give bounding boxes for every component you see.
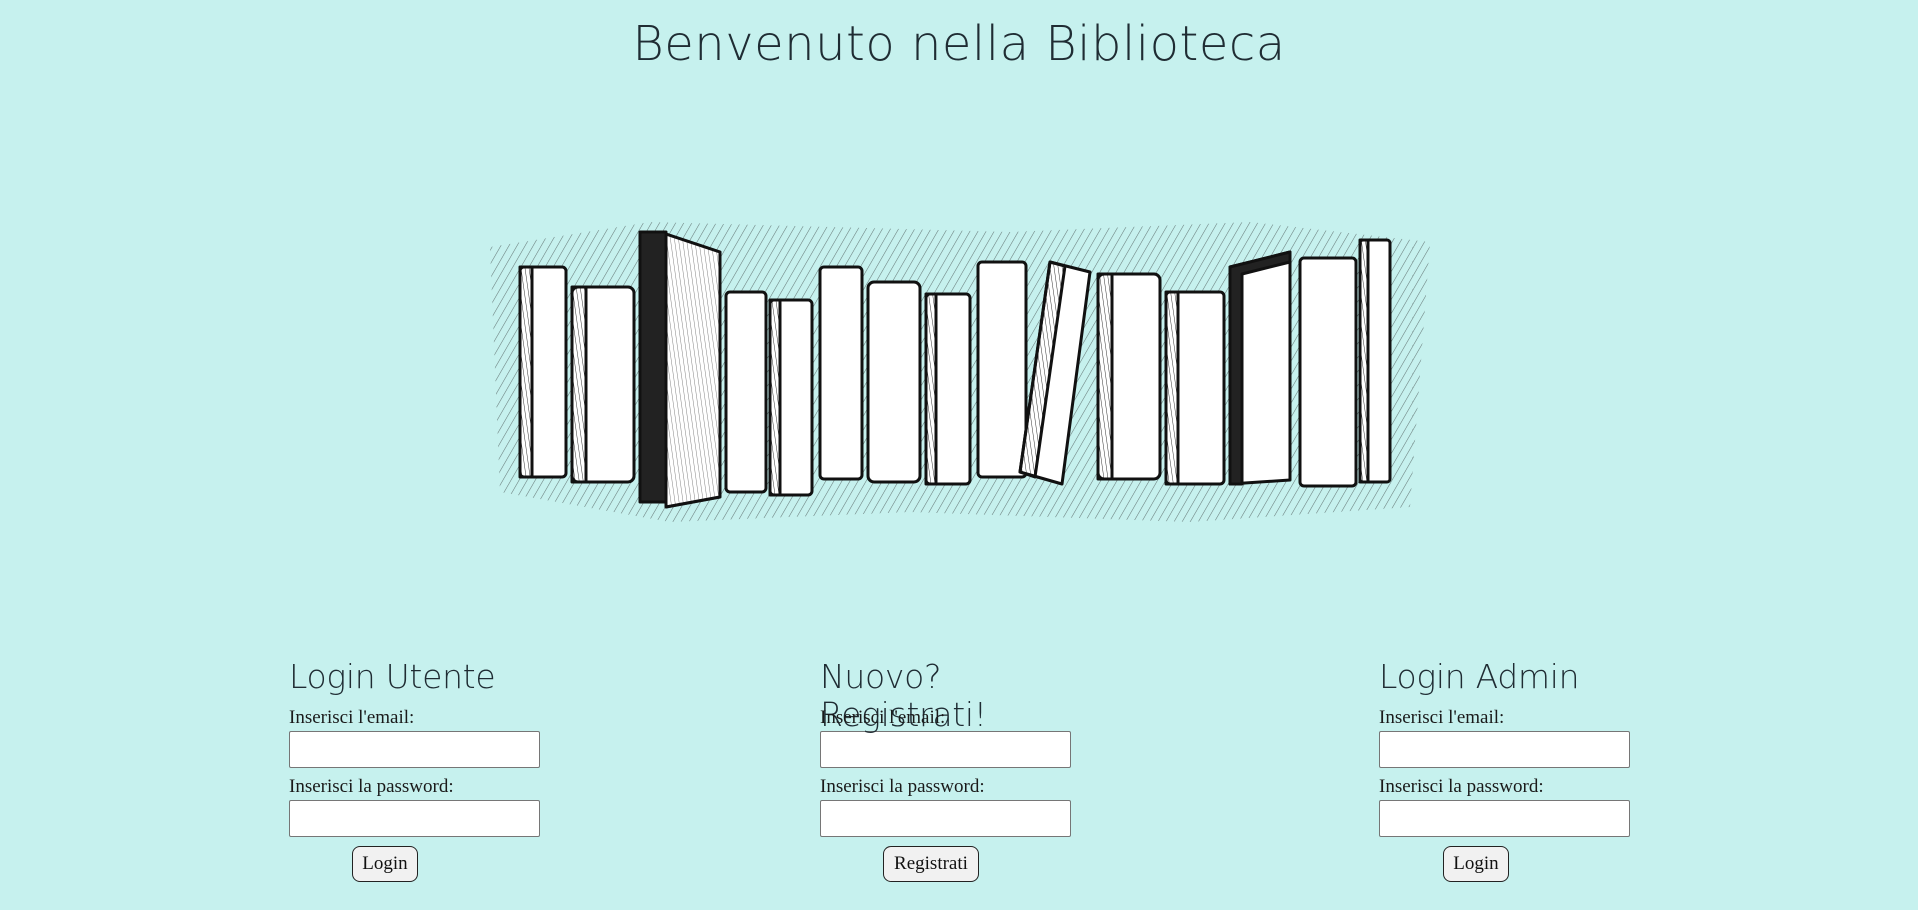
page-title: Benvenuto nella Biblioteca <box>632 16 1286 72</box>
register-email-input[interactable] <box>820 731 1071 768</box>
register-password-label: Inserisci la password: <box>820 776 985 797</box>
user-email-label: Inserisci l'email: <box>289 707 415 728</box>
register-button[interactable]: Registrati <box>883 846 979 882</box>
user-email-input[interactable] <box>289 731 540 768</box>
books-row-illustration <box>490 222 1430 522</box>
user-login-heading: Login Utente <box>289 657 496 696</box>
admin-email-label: Inserisci l'email: <box>1379 707 1505 728</box>
admin-login-form: Login Admin Inserisci l'email: Inserisci… <box>1379 658 1639 882</box>
admin-email-input[interactable] <box>1379 731 1630 768</box>
user-login-button[interactable]: Login <box>352 846 418 882</box>
register-form: Nuovo? Registrati! Inserisci l'email: In… <box>820 658 1080 882</box>
user-login-form: Login Utente Inserisci l'email: Inserisc… <box>289 658 549 882</box>
register-password-input[interactable] <box>820 800 1071 837</box>
user-password-label: Inserisci la password: <box>289 776 454 797</box>
user-password-input[interactable] <box>289 800 540 837</box>
admin-login-button[interactable]: Login <box>1443 846 1509 882</box>
admin-password-label: Inserisci la password: <box>1379 776 1544 797</box>
admin-login-heading: Login Admin <box>1379 657 1580 696</box>
register-heading: Nuovo? Registrati! <box>820 657 987 734</box>
admin-password-input[interactable] <box>1379 800 1630 837</box>
